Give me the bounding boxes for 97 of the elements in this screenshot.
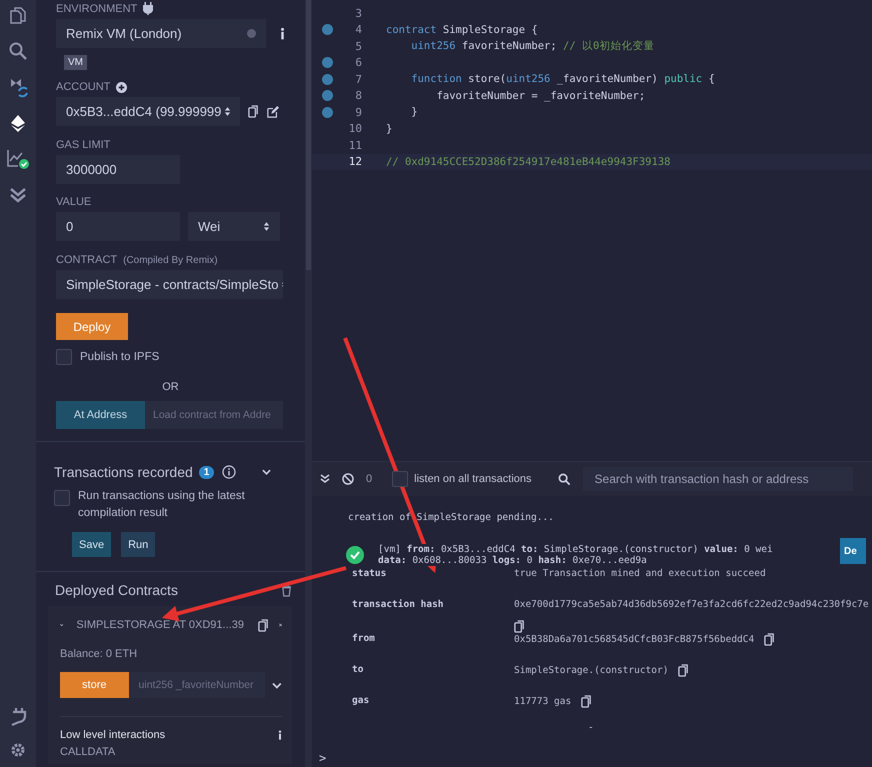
line-number: 7 (354, 72, 362, 86)
line-number: 3 (354, 6, 362, 20)
environment-label: ENVIRONMENT (56, 2, 138, 14)
double-chevron-icon[interactable] (320, 474, 330, 484)
detail-key: from (348, 633, 514, 644)
line-number: 10 (348, 122, 362, 136)
gas-limit-label: GAS LIMIT (56, 139, 110, 151)
count-badge: 1 (198, 466, 214, 478)
edit-icon[interactable] (267, 106, 279, 118)
copy-icon[interactable] (514, 620, 525, 633)
detail-key: gas (348, 695, 514, 706)
calldata-label: CALLDATA (60, 746, 116, 758)
copy-icon[interactable] (258, 618, 269, 632)
trash-icon[interactable] (281, 584, 292, 596)
transactions-title: Transactions recorded (54, 464, 193, 480)
settings-icon[interactable] (9, 741, 27, 759)
line-number: 9 (354, 106, 362, 119)
environment-select[interactable]: Remix VM (London) (56, 19, 266, 48)
contract-select[interactable]: SimpleStorage - contracts/SimpleSto (56, 270, 283, 299)
publish-checkbox[interactable] (56, 349, 72, 365)
success-check-icon (346, 546, 364, 564)
vm-badge: VM (64, 55, 87, 70)
copy-icon[interactable] (581, 695, 592, 708)
chart-check-icon[interactable] (6, 148, 30, 170)
or-label: OR (162, 381, 179, 393)
run-latest-label: Run transactions using the latest compilation result (78, 489, 246, 521)
listen-label: listen on all transactions (414, 473, 532, 485)
info-icon[interactable] (280, 27, 285, 40)
line-number: 5 (354, 40, 362, 53)
code-line: function store(uint256 _favoriteNumber) public { (410, 73, 715, 86)
scrollbar-thumb[interactable] (306, 0, 311, 270)
collapse-mark[interactable]: - (588, 722, 594, 733)
detail-value: 0xe700d1779ca5e5ab74d36db5692ef7e3fa2cd6fc22ed2c9ad94c230f9c7e (514, 599, 869, 610)
detail-key: transaction hash (348, 599, 514, 610)
pending-message: creation of SimpleStorage pending... (348, 512, 555, 523)
debug-button[interactable]: De (840, 538, 866, 564)
value-label: VALUE (56, 196, 92, 208)
line-number: 8 (354, 89, 362, 102)
breakpoint-dot[interactable] (322, 106, 332, 118)
breakpoint-dot[interactable] (322, 24, 332, 36)
save-button[interactable]: Save (72, 532, 112, 557)
code-line: } (386, 122, 392, 135)
low-level-title: Low level interactions (60, 729, 166, 741)
copy-icon[interactable] (764, 633, 776, 646)
run-latest-checkbox[interactable] (54, 490, 70, 506)
contract-label: CONTRACT (56, 254, 118, 266)
clear-icon[interactable] (342, 473, 354, 485)
detail-key: to (348, 664, 514, 675)
instance-title[interactable]: SIMPLESTORAGE AT 0XD91...39 (76, 619, 244, 631)
line-number: 4 (354, 23, 362, 36)
value-field[interactable]: 0 (56, 212, 180, 241)
unit-select[interactable]: Wei (188, 212, 280, 241)
contract-hint: (Compiled By Remix) (123, 254, 218, 266)
pending-count: 0 (366, 473, 372, 485)
line-number: 11 (348, 138, 362, 152)
code-line: // 0xd9145CCE52D386f254917e481eB44e9943F39138 (386, 156, 670, 168)
search-icon[interactable] (558, 472, 571, 486)
balance-text: Balance: 0 ETH (60, 648, 138, 660)
code-line: contract SimpleStorage { (386, 24, 538, 36)
breakpoint-dot[interactable] (322, 57, 332, 68)
copy-icon[interactable] (248, 105, 259, 118)
breakpoint-dot[interactable] (322, 74, 332, 85)
copy-icon[interactable] (678, 664, 690, 677)
chevron-down-icon[interactable] (262, 469, 272, 475)
ethereum-icon[interactable] (8, 113, 28, 133)
listen-checkbox[interactable] (392, 471, 408, 487)
detail-value: SimpleStorage.(constructor) (514, 665, 668, 676)
at-address-button[interactable]: At Address (56, 401, 145, 429)
code-line: } (410, 106, 418, 118)
plus-icon[interactable] (116, 82, 128, 92)
close-icon[interactable] (278, 621, 282, 629)
run-button[interactable]: Run (121, 532, 156, 557)
code-line: favoriteNumber = _favoriteNumber; (436, 90, 646, 102)
detail-value: 0x5B38Da6a701c568545dCfcB03FcB875f56beddC4 (514, 634, 754, 645)
info-icon[interactable] (222, 465, 236, 479)
detail-value: true Transaction mined and execution succeed (514, 568, 766, 579)
gas-limit-field[interactable]: 3000000 (56, 155, 180, 184)
spinner-arrows-icon (263, 221, 270, 232)
account-select[interactable]: 0x5B3...eddC4 (99.999999 (56, 97, 240, 126)
spinner-arrows-icon (224, 106, 232, 117)
breakpoint-dot[interactable] (322, 90, 332, 102)
line-number: 12 (348, 155, 362, 168)
detail-value: 117773 gas (514, 696, 572, 707)
line-number: 6 (354, 56, 362, 70)
publish-label: Publish to IPFS (80, 351, 160, 363)
terminal-prompt: > (319, 751, 326, 765)
info-icon[interactable] (278, 729, 282, 741)
plug-icon (143, 2, 154, 15)
detail-key: status (348, 568, 514, 579)
search-icon[interactable] (8, 41, 28, 61)
account-label: ACCOUNT (56, 81, 110, 93)
double-check-icon[interactable] (8, 185, 28, 205)
search-field[interactable]: Search with transaction hash or address (582, 467, 853, 491)
deployed-contracts-title: Deployed Contracts (55, 582, 178, 598)
files-icon[interactable] (8, 6, 28, 26)
chevron-down-icon[interactable] (272, 682, 282, 688)
code-line: uint256 favoriteNumber; // 以0初始化变量 (410, 39, 654, 54)
